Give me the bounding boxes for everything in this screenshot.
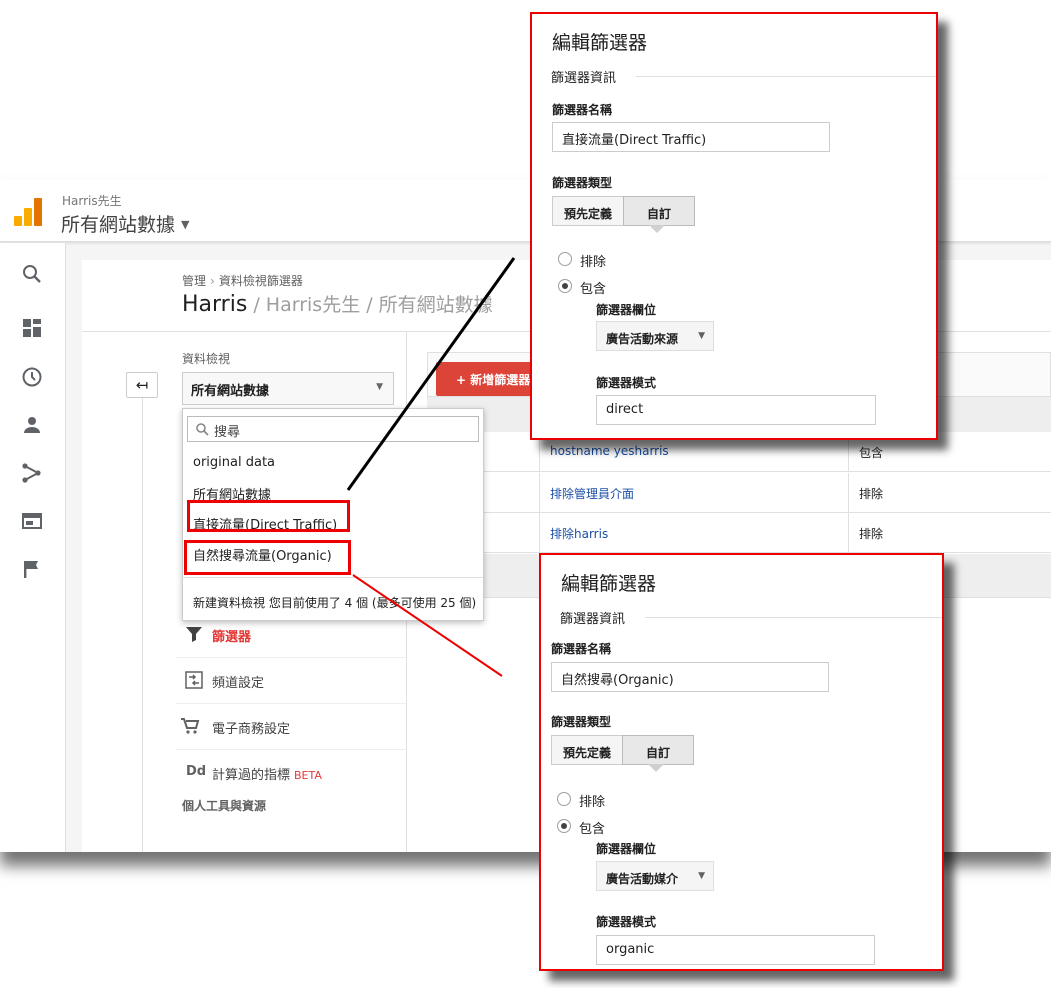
filter-field-label: 篩選器欄位 (596, 303, 657, 317)
chevron-down-icon: ▼ (698, 871, 705, 881)
filter-type-label: 篩選器類型 (552, 176, 613, 190)
exclude-radio[interactable] (558, 252, 572, 266)
panel-heading: 編輯篩選器 (561, 573, 657, 595)
screenshot-stage: Harris先生 所有網站數據 ▼ 管理 › 資料檢視篩選器 Harris / Har… (0, 0, 1051, 988)
chevron-down-icon: ▼ (698, 331, 705, 341)
panel-section: 篩選器資訊 (560, 612, 626, 627)
panel-section: 篩選器資訊 (551, 71, 617, 86)
filter-pattern-input[interactable]: organic (596, 935, 875, 965)
exclude-radio[interactable] (557, 792, 571, 806)
tab-custom[interactable]: 自訂 (623, 196, 695, 226)
include-label: 包含 (579, 822, 606, 837)
include-label: 包含 (580, 282, 607, 297)
panel-heading: 編輯篩選器 (552, 32, 648, 54)
filter-name-label: 篩選器名稱 (551, 642, 612, 656)
filter-field-select[interactable]: 廣告活動來源 ▼ (596, 321, 714, 351)
filter-name-input[interactable]: 直接流量(Direct Traffic) (552, 122, 830, 152)
filter-pattern-input[interactable]: direct (596, 395, 876, 425)
callout-line-red (352, 574, 503, 677)
filter-pattern-label: 篩選器模式 (596, 376, 657, 390)
filter-field-value: 廣告活動媒介 (606, 872, 679, 886)
edit-filter-panel-2: 編輯篩選器 篩選器資訊 篩選器名稱 自然搜尋(Organic) 篩選器類型 預先… (539, 553, 944, 971)
include-radio[interactable] (558, 279, 572, 293)
filter-pattern-label: 篩選器模式 (596, 915, 657, 929)
include-radio[interactable] (557, 819, 571, 833)
tab-predefined[interactable]: 預先定義 (551, 735, 623, 765)
exclude-label: 排除 (579, 795, 606, 810)
filter-name-input[interactable]: 自然搜尋(Organic) (551, 662, 829, 692)
tab-predefined[interactable]: 預先定義 (552, 196, 624, 226)
tab-custom[interactable]: 自訂 (622, 735, 694, 765)
filter-field-label: 篩選器欄位 (596, 842, 657, 856)
callout-line-black (346, 257, 516, 491)
filter-field-select[interactable]: 廣告活動媒介 ▼ (596, 861, 714, 891)
filter-type-label: 篩選器類型 (551, 715, 612, 729)
filter-name-label: 篩選器名稱 (552, 103, 613, 117)
filter-field-value: 廣告活動來源 (606, 332, 679, 346)
edit-filter-panel-1: 編輯篩選器 篩選器資訊 篩選器名稱 直接流量(Direct Traffic) 篩… (530, 12, 938, 440)
exclude-label: 排除 (580, 255, 607, 270)
